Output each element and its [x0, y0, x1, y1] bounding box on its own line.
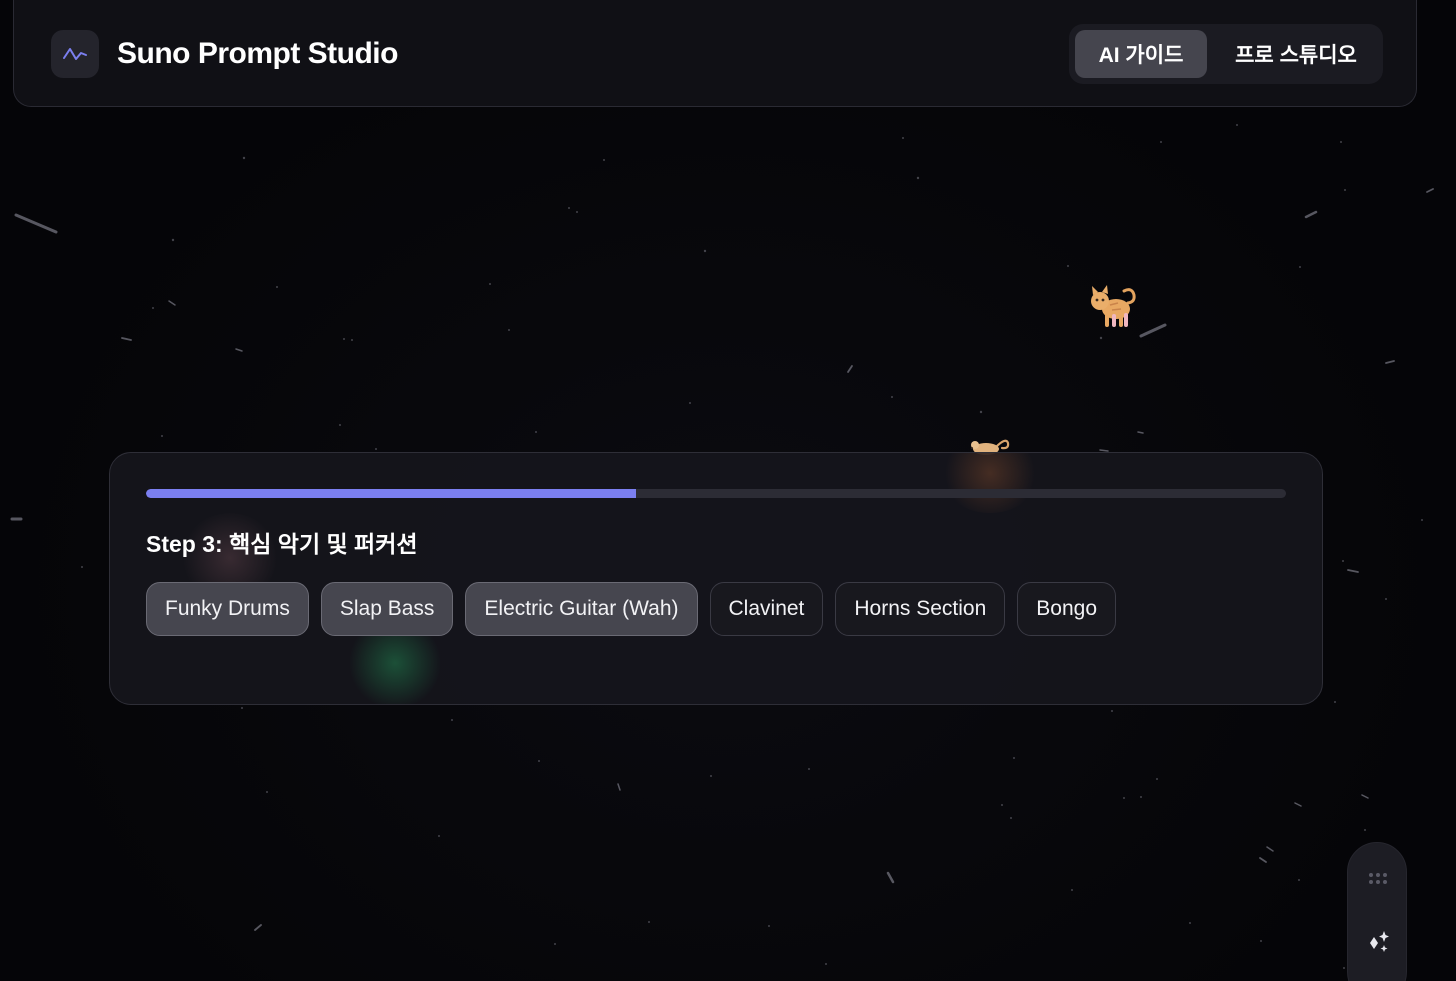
cat-icon	[1091, 285, 1136, 327]
top-header: Suno Prompt Studio AI 가이드 프로 스튜디오	[13, 0, 1417, 107]
step-progress-fill	[146, 489, 637, 498]
glow-decoration	[940, 453, 1040, 513]
app-stage: Suno Prompt Studio AI 가이드 프로 스튜디오 Step 3…	[0, 0, 1456, 981]
chip-bongo[interactable]: Bongo	[1017, 582, 1117, 636]
drag-grip-icon[interactable]	[1367, 871, 1389, 887]
chip-clavinet[interactable]: Clavinet	[709, 582, 824, 636]
chip-electric-guitar-wah[interactable]: Electric Guitar (Wah)	[465, 582, 698, 636]
wizard-card: Step 3: 핵심 악기 및 퍼커션 Funky Drums Slap Bas…	[109, 452, 1323, 705]
waveform-icon	[63, 48, 87, 60]
instrument-chip-list: Funky Drums Slap Bass Electric Guitar (W…	[146, 582, 1117, 636]
chip-slap-bass[interactable]: Slap Bass	[320, 582, 454, 636]
mode-switch: AI 가이드 프로 스튜디오	[1069, 24, 1383, 84]
floating-tool-panel	[1347, 842, 1407, 981]
app-title: Suno Prompt Studio	[117, 37, 398, 70]
mode-tab-pro-studio[interactable]: 프로 스튜디오	[1215, 30, 1377, 78]
chip-funky-drums[interactable]: Funky Drums	[146, 582, 309, 636]
mode-tab-ai-guide[interactable]: AI 가이드	[1075, 30, 1207, 78]
step-title: Step 3: 핵심 악기 및 퍼커션	[146, 531, 418, 557]
app-logo	[51, 30, 99, 78]
step-progress-bar	[146, 489, 1286, 498]
sparkle-icon[interactable]	[1364, 927, 1392, 955]
chip-horns-section[interactable]: Horns Section	[835, 582, 1006, 636]
